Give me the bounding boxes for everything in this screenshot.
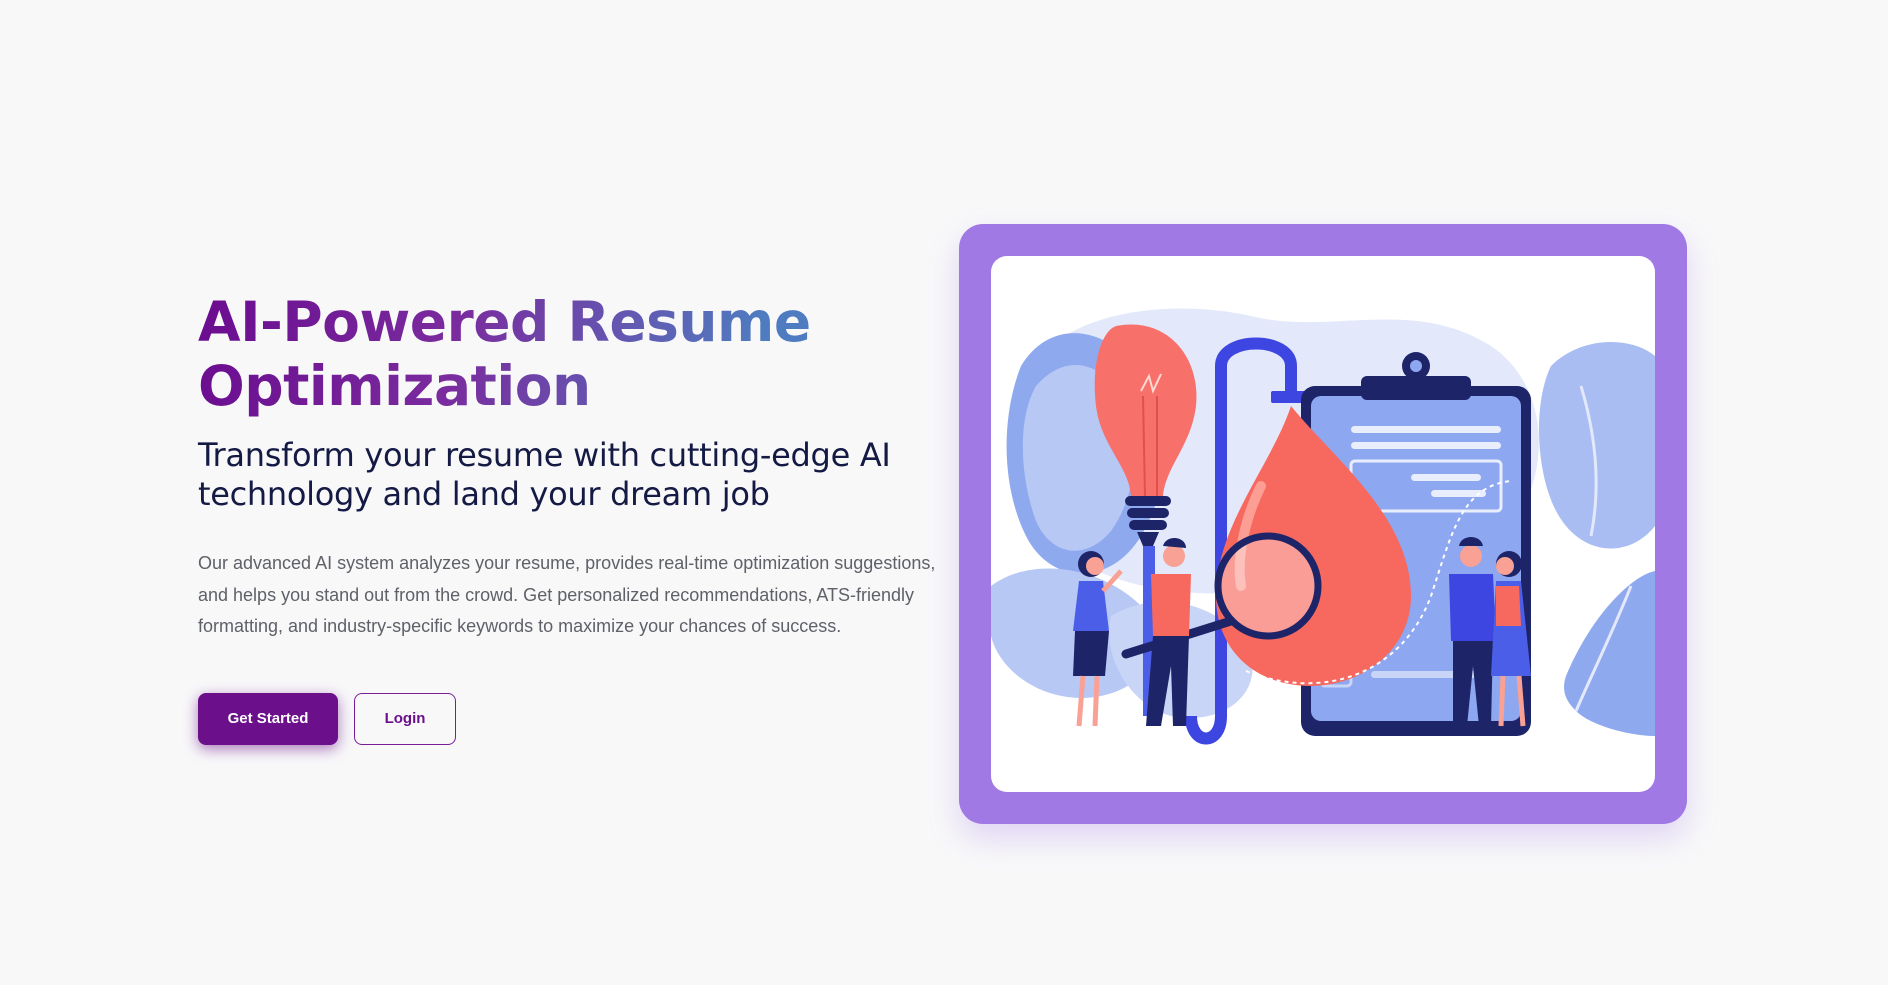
hero-description: Our advanced AI system analyzes your res… — [198, 548, 938, 643]
subtitle-line-1: Transform your resume with cutting-edge … — [198, 436, 891, 474]
title-line-2: Optimization — [198, 354, 591, 418]
illustration-card — [991, 256, 1655, 792]
get-started-button[interactable]: Get Started — [198, 692, 338, 745]
hero-actions: Get Started Login — [198, 692, 938, 745]
landing-page: AI-Powered Resume Optimization Transform… — [0, 0, 1888, 985]
subtitle-line-2: technology and land your dream job — [198, 475, 770, 513]
description-line-1: Our advanced AI system analyzes your res… — [198, 553, 936, 573]
resume-optimization-illustration-icon — [991, 308, 1655, 745]
hero-section: AI-Powered Resume Optimization Transform… — [198, 290, 938, 745]
title-line-1: AI-Powered Resume — [198, 290, 811, 354]
page-title: AI-Powered Resume Optimization — [198, 290, 938, 418]
description-line-2: and helps you stand out from the crowd. … — [198, 584, 915, 605]
description-line-3: formatting, and industry-specific keywor… — [198, 616, 842, 636]
illustration-frame — [959, 224, 1687, 824]
hero-subtitle: Transform your resume with cutting-edge … — [198, 436, 938, 514]
login-button[interactable]: Login — [354, 692, 456, 745]
